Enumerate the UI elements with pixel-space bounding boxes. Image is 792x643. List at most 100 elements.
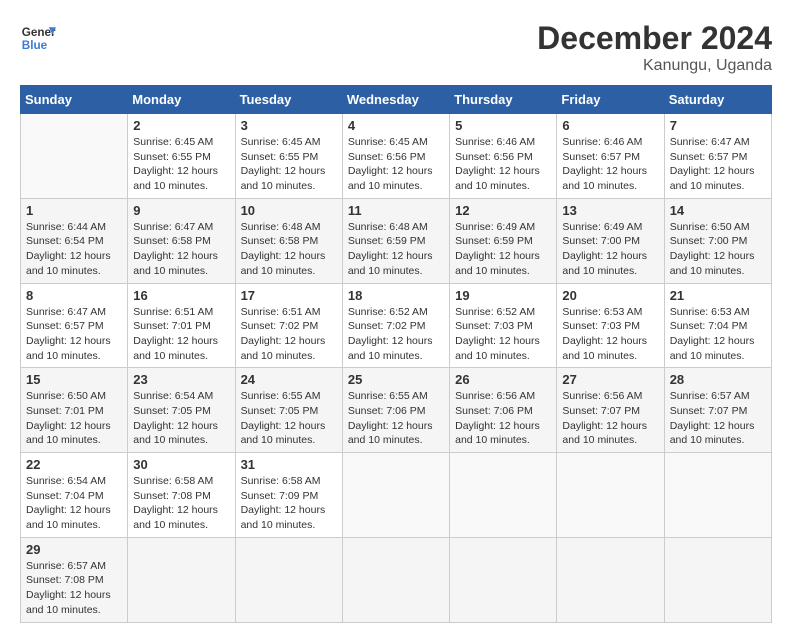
table-row: 26 Sunrise: 6:56 AM Sunset: 7:06 PM Dayl… [450,368,557,453]
table-row: 1 Sunrise: 6:44 AM Sunset: 6:54 PM Dayli… [21,198,128,283]
day-info: Sunrise: 6:45 AM Sunset: 6:55 PM Dayligh… [241,135,337,194]
table-row: 30 Sunrise: 6:58 AM Sunset: 7:08 PM Dayl… [128,453,235,538]
day-number: 11 [348,203,444,218]
table-row: 6 Sunrise: 6:46 AM Sunset: 6:57 PM Dayli… [557,114,664,199]
table-row: 12 Sunrise: 6:49 AM Sunset: 6:59 PM Dayl… [450,198,557,283]
day-info: Sunrise: 6:56 AM Sunset: 7:07 PM Dayligh… [562,389,658,448]
day-info: Sunrise: 6:48 AM Sunset: 6:58 PM Dayligh… [241,220,337,279]
table-row [342,453,449,538]
day-number: 4 [348,118,444,133]
table-row: 21 Sunrise: 6:53 AM Sunset: 7:04 PM Dayl… [664,283,771,368]
table-row: 20 Sunrise: 6:53 AM Sunset: 7:03 PM Dayl… [557,283,664,368]
day-info: Sunrise: 6:51 AM Sunset: 7:01 PM Dayligh… [133,305,229,364]
calendar-table: Sunday Monday Tuesday Wednesday Thursday… [20,85,772,623]
day-number: 22 [26,457,122,472]
day-info: Sunrise: 6:48 AM Sunset: 6:59 PM Dayligh… [348,220,444,279]
day-number: 5 [455,118,551,133]
day-info: Sunrise: 6:57 AM Sunset: 7:07 PM Dayligh… [670,389,766,448]
day-number: 3 [241,118,337,133]
table-row: 8 Sunrise: 6:47 AM Sunset: 6:57 PM Dayli… [21,283,128,368]
table-row: 10 Sunrise: 6:48 AM Sunset: 6:58 PM Dayl… [235,198,342,283]
day-number: 7 [670,118,766,133]
day-number: 18 [348,288,444,303]
svg-text:Blue: Blue [22,39,48,52]
day-number: 13 [562,203,658,218]
day-number: 6 [562,118,658,133]
table-row: 14 Sunrise: 6:50 AM Sunset: 7:00 PM Dayl… [664,198,771,283]
title-block: December 2024 Kanungu, Uganda [537,20,772,75]
day-number: 21 [670,288,766,303]
table-row: 29 Sunrise: 6:57 AM Sunset: 7:08 PM Dayl… [21,537,128,622]
day-number: 9 [133,203,229,218]
calendar-week-row: 22 Sunrise: 6:54 AM Sunset: 7:04 PM Dayl… [21,453,772,538]
calendar-week-row: 8 Sunrise: 6:47 AM Sunset: 6:57 PM Dayli… [21,283,772,368]
table-row: 22 Sunrise: 6:54 AM Sunset: 7:04 PM Dayl… [21,453,128,538]
calendar-week-row: 29 Sunrise: 6:57 AM Sunset: 7:08 PM Dayl… [21,537,772,622]
calendar-week-row: 1 Sunrise: 6:44 AM Sunset: 6:54 PM Dayli… [21,198,772,283]
day-number: 26 [455,372,551,387]
day-number: 10 [241,203,337,218]
calendar-subtitle: Kanungu, Uganda [537,57,772,75]
table-row: 25 Sunrise: 6:55 AM Sunset: 7:06 PM Dayl… [342,368,449,453]
day-info: Sunrise: 6:47 AM Sunset: 6:57 PM Dayligh… [26,305,122,364]
table-row: 4 Sunrise: 6:45 AM Sunset: 6:56 PM Dayli… [342,114,449,199]
table-row: 19 Sunrise: 6:52 AM Sunset: 7:03 PM Dayl… [450,283,557,368]
col-tuesday: Tuesday [235,86,342,114]
table-row: 13 Sunrise: 6:49 AM Sunset: 7:00 PM Dayl… [557,198,664,283]
day-number: 29 [26,542,122,557]
table-row [342,537,449,622]
day-info: Sunrise: 6:53 AM Sunset: 7:04 PM Dayligh… [670,305,766,364]
day-info: Sunrise: 6:54 AM Sunset: 7:05 PM Dayligh… [133,389,229,448]
day-info: Sunrise: 6:54 AM Sunset: 7:04 PM Dayligh… [26,474,122,533]
table-row: 27 Sunrise: 6:56 AM Sunset: 7:07 PM Dayl… [557,368,664,453]
table-row [235,537,342,622]
day-number: 31 [241,457,337,472]
day-number: 30 [133,457,229,472]
calendar-week-row: 2 Sunrise: 6:45 AM Sunset: 6:55 PM Dayli… [21,114,772,199]
day-info: Sunrise: 6:46 AM Sunset: 6:56 PM Dayligh… [455,135,551,194]
day-info: Sunrise: 6:52 AM Sunset: 7:03 PM Dayligh… [455,305,551,364]
col-sunday: Sunday [21,86,128,114]
table-row [557,453,664,538]
table-row [557,537,664,622]
day-number: 27 [562,372,658,387]
day-info: Sunrise: 6:55 AM Sunset: 7:05 PM Dayligh… [241,389,337,448]
table-row: 17 Sunrise: 6:51 AM Sunset: 7:02 PM Dayl… [235,283,342,368]
day-number: 8 [26,288,122,303]
table-row: 7 Sunrise: 6:47 AM Sunset: 6:57 PM Dayli… [664,114,771,199]
day-info: Sunrise: 6:56 AM Sunset: 7:06 PM Dayligh… [455,389,551,448]
table-row [128,537,235,622]
table-row: 24 Sunrise: 6:55 AM Sunset: 7:05 PM Dayl… [235,368,342,453]
col-saturday: Saturday [664,86,771,114]
table-row: 23 Sunrise: 6:54 AM Sunset: 7:05 PM Dayl… [128,368,235,453]
day-info: Sunrise: 6:50 AM Sunset: 7:01 PM Dayligh… [26,389,122,448]
day-info: Sunrise: 6:57 AM Sunset: 7:08 PM Dayligh… [26,559,122,618]
table-row: 31 Sunrise: 6:58 AM Sunset: 7:09 PM Dayl… [235,453,342,538]
day-info: Sunrise: 6:49 AM Sunset: 6:59 PM Dayligh… [455,220,551,279]
day-info: Sunrise: 6:55 AM Sunset: 7:06 PM Dayligh… [348,389,444,448]
day-info: Sunrise: 6:58 AM Sunset: 7:08 PM Dayligh… [133,474,229,533]
day-number: 2 [133,118,229,133]
day-info: Sunrise: 6:45 AM Sunset: 6:55 PM Dayligh… [133,135,229,194]
table-row: 16 Sunrise: 6:51 AM Sunset: 7:01 PM Dayl… [128,283,235,368]
day-info: Sunrise: 6:44 AM Sunset: 6:54 PM Dayligh… [26,220,122,279]
day-info: Sunrise: 6:53 AM Sunset: 7:03 PM Dayligh… [562,305,658,364]
col-friday: Friday [557,86,664,114]
calendar-header-row: Sunday Monday Tuesday Wednesday Thursday… [21,86,772,114]
table-row [21,114,128,199]
table-row [450,537,557,622]
day-info: Sunrise: 6:45 AM Sunset: 6:56 PM Dayligh… [348,135,444,194]
day-info: Sunrise: 6:52 AM Sunset: 7:02 PM Dayligh… [348,305,444,364]
table-row: 5 Sunrise: 6:46 AM Sunset: 6:56 PM Dayli… [450,114,557,199]
page-header: General Blue December 2024 Kanungu, Ugan… [20,20,772,75]
table-row: 15 Sunrise: 6:50 AM Sunset: 7:01 PM Dayl… [21,368,128,453]
table-row: 2 Sunrise: 6:45 AM Sunset: 6:55 PM Dayli… [128,114,235,199]
day-number: 15 [26,372,122,387]
day-number: 17 [241,288,337,303]
day-info: Sunrise: 6:51 AM Sunset: 7:02 PM Dayligh… [241,305,337,364]
col-monday: Monday [128,86,235,114]
day-number: 16 [133,288,229,303]
table-row [664,453,771,538]
day-number: 20 [562,288,658,303]
calendar-title: December 2024 [537,20,772,57]
